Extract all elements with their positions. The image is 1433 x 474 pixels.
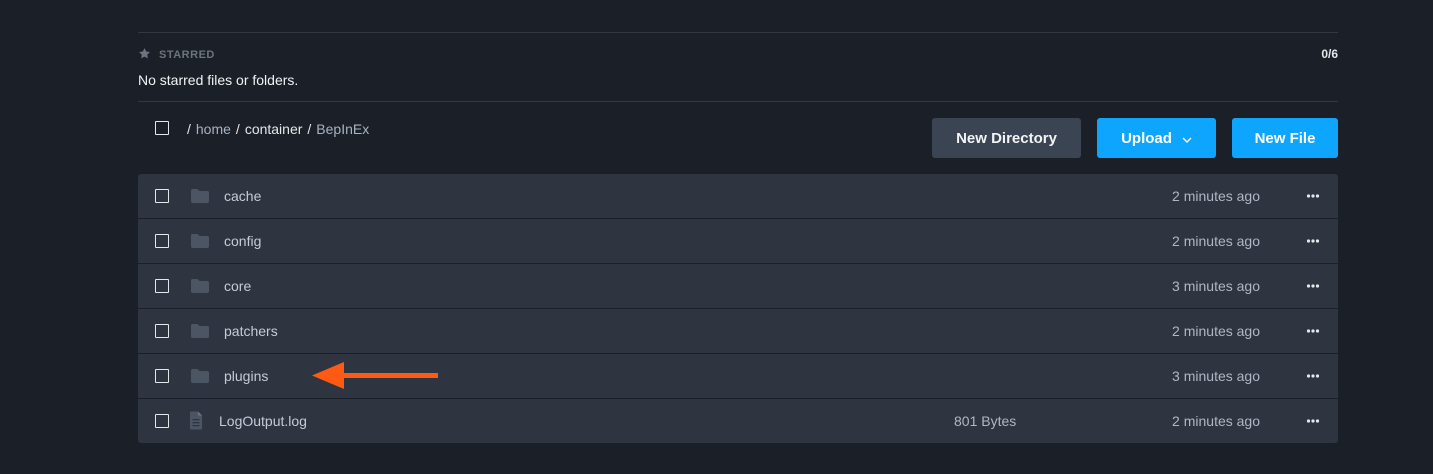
file-modified: 2 minutes ago (1172, 188, 1260, 204)
file-modified: 2 minutes ago (1172, 413, 1260, 429)
new-directory-label: New Directory (956, 129, 1057, 147)
breadcrumb: / home / container / BepInEx (187, 121, 369, 137)
more-horizontal-icon[interactable] (1306, 276, 1320, 296)
file-modified: 3 minutes ago (1172, 278, 1260, 294)
upload-label: Upload (1121, 129, 1172, 147)
file-manager: STARRED 0/6 No starred files or folders.… (138, 32, 1338, 443)
breadcrumb-separator: / (187, 121, 191, 137)
file-name[interactable]: core (224, 278, 251, 294)
new-directory-button[interactable]: New Directory (932, 118, 1081, 158)
upload-button[interactable]: Upload (1097, 118, 1216, 158)
annotation-arrow-icon (312, 362, 438, 389)
starred-count: 0/6 (1321, 47, 1338, 61)
file-row[interactable]: LogOutput.log 801 Bytes 2 minutes ago (138, 399, 1338, 443)
folder-icon (190, 233, 210, 252)
file-name[interactable]: LogOutput.log (219, 413, 307, 429)
folder-icon (190, 188, 210, 207)
new-file-label: New File (1254, 129, 1316, 147)
select-all-checkbox[interactable] (155, 121, 169, 135)
row-checkbox[interactable] (155, 324, 169, 338)
more-horizontal-icon[interactable] (1306, 366, 1320, 386)
breadcrumb-container[interactable]: container (245, 121, 303, 137)
more-horizontal-icon[interactable] (1306, 321, 1320, 341)
file-row[interactable]: config 2 minutes ago (138, 219, 1338, 263)
folder-icon (190, 323, 210, 342)
file-name[interactable]: plugins (224, 368, 268, 384)
file-modified: 2 minutes ago (1172, 323, 1260, 339)
file-modified: 2 minutes ago (1172, 233, 1260, 249)
more-horizontal-icon[interactable] (1306, 231, 1320, 251)
starred-heading: STARRED (138, 47, 215, 63)
file-list: cache 2 minutes ago config 2 minutes ago (138, 174, 1338, 443)
file-modified: 3 minutes ago (1172, 368, 1260, 384)
breadcrumb-current: BepInEx (316, 121, 370, 137)
file-text-icon (189, 411, 203, 433)
folder-icon (190, 368, 210, 387)
chevron-down-icon (1182, 130, 1192, 147)
file-name[interactable]: config (224, 233, 261, 249)
file-size: 801 Bytes (954, 413, 1017, 429)
toolbar: / home / container / BepInEx New Directo… (138, 102, 1338, 175)
starred-label: STARRED (159, 49, 215, 61)
file-row[interactable]: patchers 2 minutes ago (138, 309, 1338, 353)
file-row[interactable]: cache 2 minutes ago (138, 174, 1338, 218)
row-checkbox[interactable] (155, 189, 169, 203)
row-checkbox[interactable] (155, 234, 169, 248)
file-name[interactable]: patchers (224, 323, 278, 339)
breadcrumb-separator: / (307, 121, 312, 137)
new-file-button[interactable]: New File (1232, 118, 1338, 158)
star-icon (138, 47, 151, 63)
breadcrumb-separator: / (235, 121, 240, 137)
row-checkbox[interactable] (155, 279, 169, 293)
more-horizontal-icon[interactable] (1306, 186, 1320, 206)
row-checkbox[interactable] (155, 369, 169, 383)
file-row[interactable]: core 3 minutes ago (138, 264, 1338, 308)
starred-empty-message: No starred files or folders. (138, 72, 299, 88)
file-name[interactable]: cache (224, 188, 261, 204)
starred-section: STARRED 0/6 No starred files or folders. (138, 33, 1338, 101)
more-horizontal-icon[interactable] (1306, 411, 1320, 431)
folder-icon (190, 278, 210, 297)
row-checkbox[interactable] (155, 414, 169, 428)
breadcrumb-home[interactable]: home (196, 121, 231, 137)
